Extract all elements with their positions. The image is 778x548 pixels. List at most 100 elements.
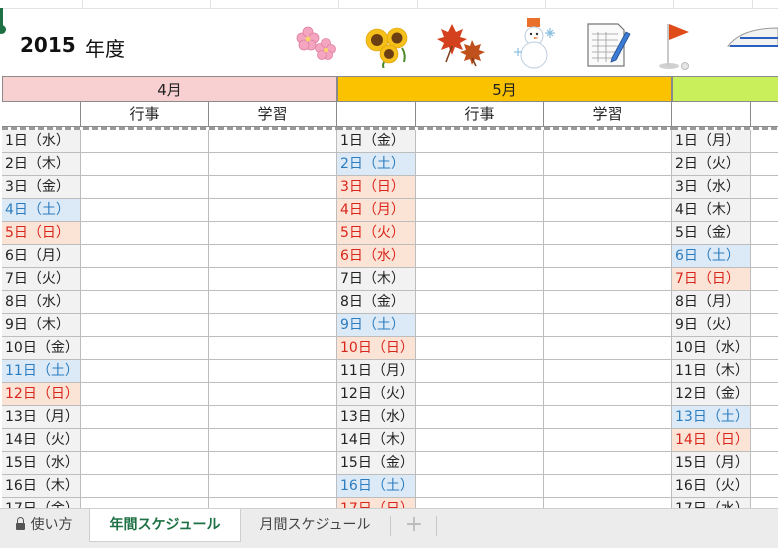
date-cell[interactable]: 4日（月） bbox=[337, 199, 416, 222]
event-column-header[interactable]: 行事 bbox=[81, 102, 209, 127]
date-cell[interactable]: 6日（月） bbox=[2, 245, 81, 268]
date-cell[interactable]: 13日（土） bbox=[672, 406, 751, 429]
event-cell[interactable] bbox=[81, 176, 209, 199]
date-cell[interactable]: 10日（水） bbox=[672, 337, 751, 360]
date-cell[interactable]: 2日（火） bbox=[672, 153, 751, 176]
date-cell[interactable]: 9日（火） bbox=[672, 314, 751, 337]
study-cell[interactable] bbox=[544, 475, 672, 498]
event-cell[interactable] bbox=[416, 452, 544, 475]
event-cell[interactable] bbox=[751, 199, 778, 222]
event-cell[interactable] bbox=[416, 406, 544, 429]
event-cell[interactable] bbox=[416, 429, 544, 452]
event-cell[interactable] bbox=[751, 268, 778, 291]
study-cell[interactable] bbox=[544, 130, 672, 153]
study-cell[interactable] bbox=[209, 130, 337, 153]
date-cell[interactable]: 2日（木） bbox=[2, 153, 81, 176]
study-cell[interactable] bbox=[544, 314, 672, 337]
study-cell[interactable] bbox=[209, 429, 337, 452]
event-cell[interactable] bbox=[81, 337, 209, 360]
date-cell[interactable]: 5日（日） bbox=[2, 222, 81, 245]
study-cell[interactable] bbox=[544, 337, 672, 360]
study-cell[interactable] bbox=[544, 498, 672, 508]
study-cell[interactable] bbox=[544, 360, 672, 383]
event-cell[interactable] bbox=[751, 291, 778, 314]
schedule-grid[interactable]: 4月 行事 学習 1日（水） 2日（木） 3日（金） 4日（土） 5日（日） 6日（月） 7日（火… bbox=[0, 76, 778, 508]
study-cell[interactable] bbox=[209, 153, 337, 176]
date-cell[interactable]: 15日（金） bbox=[337, 452, 416, 475]
event-cell[interactable] bbox=[81, 314, 209, 337]
event-cell[interactable] bbox=[751, 383, 778, 406]
event-cell[interactable] bbox=[81, 199, 209, 222]
date-cell[interactable]: 3日（水） bbox=[672, 176, 751, 199]
date-cell[interactable]: 14日（日） bbox=[672, 429, 751, 452]
event-cell[interactable] bbox=[416, 360, 544, 383]
date-column-header[interactable] bbox=[2, 102, 81, 127]
event-cell[interactable] bbox=[416, 176, 544, 199]
event-cell[interactable] bbox=[416, 337, 544, 360]
event-cell[interactable] bbox=[81, 406, 209, 429]
event-cell[interactable] bbox=[81, 475, 209, 498]
study-cell[interactable] bbox=[544, 268, 672, 291]
event-cell[interactable] bbox=[81, 245, 209, 268]
event-cell[interactable] bbox=[416, 314, 544, 337]
study-cell[interactable] bbox=[544, 406, 672, 429]
date-cell[interactable]: 11日（月） bbox=[337, 360, 416, 383]
event-column-header[interactable]: 行事 bbox=[416, 102, 544, 127]
event-cell[interactable] bbox=[751, 176, 778, 199]
date-cell[interactable]: 16日（火） bbox=[672, 475, 751, 498]
study-cell[interactable] bbox=[209, 245, 337, 268]
event-cell[interactable] bbox=[81, 153, 209, 176]
event-cell[interactable] bbox=[416, 291, 544, 314]
date-cell[interactable]: 12日（日） bbox=[2, 383, 81, 406]
date-cell[interactable]: 10日（日） bbox=[337, 337, 416, 360]
date-cell[interactable]: 14日（木） bbox=[337, 429, 416, 452]
event-cell[interactable] bbox=[81, 222, 209, 245]
study-cell[interactable] bbox=[209, 222, 337, 245]
study-cell[interactable] bbox=[209, 360, 337, 383]
date-cell[interactable]: 17日（日） bbox=[337, 498, 416, 508]
date-cell[interactable]: 7日（木） bbox=[337, 268, 416, 291]
date-cell[interactable]: 15日（月） bbox=[672, 452, 751, 475]
year-label[interactable]: 年度 bbox=[85, 33, 125, 62]
date-cell[interactable]: 8日（水） bbox=[2, 291, 81, 314]
date-cell[interactable]: 4日（土） bbox=[2, 199, 81, 222]
event-cell[interactable] bbox=[81, 452, 209, 475]
event-cell[interactable] bbox=[751, 337, 778, 360]
event-cell[interactable] bbox=[751, 498, 778, 508]
study-cell[interactable] bbox=[544, 452, 672, 475]
month-header[interactable]: 5月 bbox=[337, 76, 672, 102]
study-cell[interactable] bbox=[209, 291, 337, 314]
date-cell[interactable]: 14日（火） bbox=[2, 429, 81, 452]
date-cell[interactable]: 5日（火） bbox=[337, 222, 416, 245]
add-sheet-button[interactable]: + bbox=[392, 509, 436, 541]
tab-usage[interactable]: 使い方 bbox=[0, 509, 88, 541]
date-cell[interactable]: 5日（金） bbox=[672, 222, 751, 245]
study-cell[interactable] bbox=[209, 337, 337, 360]
date-cell[interactable]: 8日（月） bbox=[672, 291, 751, 314]
date-column-header[interactable] bbox=[672, 102, 751, 127]
event-cell[interactable] bbox=[416, 498, 544, 508]
date-cell[interactable]: 12日（火） bbox=[337, 383, 416, 406]
date-cell[interactable]: 4日（木） bbox=[672, 199, 751, 222]
event-cell[interactable] bbox=[81, 429, 209, 452]
date-cell[interactable]: 6日（水） bbox=[337, 245, 416, 268]
event-cell[interactable] bbox=[751, 130, 778, 153]
study-cell[interactable] bbox=[209, 406, 337, 429]
date-cell[interactable]: 3日（日） bbox=[337, 176, 416, 199]
study-cell[interactable] bbox=[544, 153, 672, 176]
event-cell[interactable] bbox=[416, 153, 544, 176]
event-cell[interactable] bbox=[751, 314, 778, 337]
selection-handle[interactable] bbox=[0, 25, 6, 34]
study-cell[interactable] bbox=[544, 291, 672, 314]
event-cell[interactable] bbox=[416, 245, 544, 268]
event-cell[interactable] bbox=[751, 245, 778, 268]
event-cell[interactable] bbox=[416, 222, 544, 245]
event-cell[interactable] bbox=[416, 383, 544, 406]
event-cell[interactable] bbox=[81, 268, 209, 291]
study-cell[interactable] bbox=[544, 176, 672, 199]
date-cell[interactable]: 3日（金） bbox=[2, 176, 81, 199]
date-cell[interactable]: 2日（土） bbox=[337, 153, 416, 176]
event-cell[interactable] bbox=[416, 130, 544, 153]
date-cell[interactable]: 17日（水） bbox=[672, 498, 751, 508]
event-cell[interactable] bbox=[751, 153, 778, 176]
